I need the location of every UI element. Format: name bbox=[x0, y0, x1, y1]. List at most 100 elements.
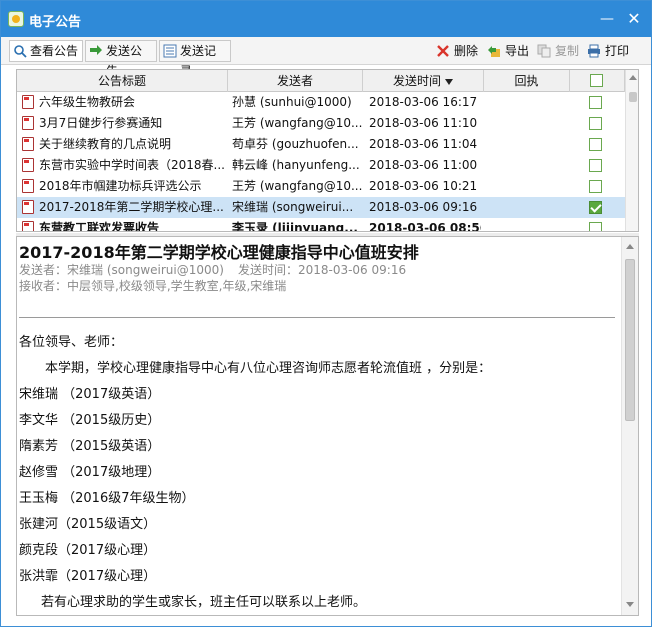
copy-button[interactable]: 复制 bbox=[537, 42, 579, 60]
list-item: 颜克段（2017级心理） bbox=[19, 543, 157, 558]
send-arrow-icon bbox=[90, 45, 102, 55]
preview-title: 2017-2018年第二学期学校心理健康指导中心值班安排 bbox=[19, 243, 419, 262]
document-icon bbox=[22, 221, 34, 231]
list-header: 公告标题 发送者 发送时间 回执 bbox=[17, 70, 625, 92]
delete-label: 删除 bbox=[454, 44, 479, 58]
copy-icon bbox=[537, 44, 551, 58]
list-scrollbar[interactable] bbox=[625, 70, 638, 231]
list-item: 隋素芳 （2015级英语） bbox=[19, 439, 161, 454]
table-row[interactable]: 六年级生物教研会 孙慧 (sunhui@1000) 2018-03-06 16:… bbox=[17, 92, 625, 113]
row-checkbox[interactable] bbox=[589, 96, 602, 109]
row-time: 2018-03-06 09:16 bbox=[369, 200, 478, 214]
export-icon bbox=[488, 46, 500, 57]
scroll-down-icon[interactable] bbox=[626, 602, 634, 607]
document-icon bbox=[22, 179, 34, 193]
column-header-title[interactable]: 公告标题 bbox=[17, 70, 228, 92]
export-label: 导出 bbox=[505, 44, 530, 58]
row-sender: 孙慧 (sunhui@1000) bbox=[232, 95, 352, 109]
column-header-time[interactable]: 发送时间 bbox=[363, 70, 484, 92]
row-title: 2018年市帼建功标兵评选公示 bbox=[39, 179, 202, 193]
row-title: 东营教工联欢发票收告 bbox=[39, 221, 160, 232]
tab-view-announcements[interactable]: 查看公告 bbox=[9, 40, 83, 62]
scroll-up-icon[interactable] bbox=[629, 75, 637, 80]
preview-scrollbar[interactable] bbox=[621, 237, 638, 615]
row-time: 2018-03-06 16:17 bbox=[369, 95, 478, 109]
copy-label: 复制 bbox=[555, 44, 580, 58]
row-time: 2018-03-06 10:21 bbox=[369, 179, 478, 193]
table-row[interactable]: 东营教工联欢发票收告 李玉录 (lijinyuang... 2018-03-06… bbox=[17, 218, 625, 232]
minimize-button[interactable]: — bbox=[597, 9, 617, 29]
table-row[interactable]: 2018年市帼建功标兵评选公示 王芳 (wangfang@10... 2018-… bbox=[17, 176, 625, 197]
table-row-selected[interactable]: 2017-2018年第二学期学校心理... 宋维瑞 (songweirui...… bbox=[17, 197, 625, 218]
row-title: 2017-2018年第二学期学校心理... bbox=[39, 200, 224, 214]
row-checkbox[interactable] bbox=[589, 222, 602, 231]
row-title: 3月7日健步行参赛通知 bbox=[39, 116, 163, 130]
select-all-checkbox[interactable] bbox=[590, 74, 603, 87]
list-item: 张洪霏（2017级心理） bbox=[19, 569, 157, 584]
announcement-preview: 2017-2018年第二学期学校心理健康指导中心值班安排 发送者：宋维瑞 (so… bbox=[16, 236, 639, 616]
toolbar: 查看公告 发送公告 发送记录 删除 bbox=[1, 37, 651, 78]
column-header-sender[interactable]: 发送者 bbox=[228, 70, 363, 92]
tab-send-announcement[interactable]: 发送公告 bbox=[85, 40, 157, 78]
window-title: 电子公告 bbox=[29, 15, 82, 30]
scroll-thumb[interactable] bbox=[629, 92, 637, 102]
row-time: 2018-03-06 08:56 bbox=[369, 221, 481, 232]
document-icon bbox=[22, 116, 34, 130]
print-label: 打印 bbox=[605, 44, 630, 58]
row-title: 六年级生物教研会 bbox=[39, 95, 136, 109]
delete-button[interactable]: 删除 bbox=[436, 42, 478, 60]
row-checkbox[interactable] bbox=[589, 117, 602, 130]
app-logo-icon bbox=[8, 11, 24, 27]
row-time: 2018-03-06 11:00 bbox=[369, 158, 478, 172]
title-bar: 电子公告 — ✕ bbox=[1, 1, 651, 37]
row-sender: 韩云峰 (hanyunfeng... bbox=[232, 158, 360, 172]
row-time: 2018-03-06 11:10 bbox=[369, 116, 478, 130]
search-icon bbox=[14, 45, 27, 58]
preview-time: 发送时间：2018-03-06 09:16 bbox=[237, 263, 407, 277]
document-icon bbox=[22, 95, 34, 109]
row-checkbox[interactable] bbox=[589, 159, 602, 172]
document-icon bbox=[22, 137, 34, 151]
preview-meta: 发送者：宋维瑞 (songweirui@1000) 发送时间：2018-03-06… bbox=[19, 261, 406, 278]
row-checkbox[interactable] bbox=[589, 180, 602, 193]
column-header-receipt[interactable]: 回执 bbox=[484, 70, 570, 92]
printer-icon bbox=[588, 44, 600, 58]
export-button[interactable]: 导出 bbox=[487, 42, 529, 60]
preview-receivers: 接收者：中层领导,校级领导,学生教室,年级,宋维瑞 bbox=[19, 279, 287, 293]
row-time: 2018-03-06 11:04 bbox=[369, 137, 478, 151]
preview-body: 各位领导、老师： 本学期，学校心理健康指导中心有八位心理咨询师志愿者轮流值班 ，… bbox=[19, 333, 615, 615]
preview-sender: 发送者：宋维瑞 (songweirui@1000) bbox=[19, 263, 224, 277]
list-item: 宋维瑞 （2017级英语） bbox=[19, 387, 161, 402]
divider bbox=[19, 317, 615, 318]
document-icon bbox=[22, 200, 34, 214]
closing-paragraph: 若有心理求助的学生或家长，班主任可以联系以上老师。 bbox=[41, 595, 367, 610]
tab-send-records[interactable]: 发送记录 bbox=[159, 40, 231, 78]
row-sender: 宋维瑞 (songweirui... bbox=[232, 200, 354, 214]
table-row[interactable]: 东营市实验中学时间表（2018春... 韩云峰 (hanyunfeng... 2… bbox=[17, 155, 625, 176]
row-title: 关于继续教育的几点说明 bbox=[39, 137, 172, 151]
sort-descending-icon bbox=[445, 78, 453, 85]
row-title: 东营市实验中学时间表（2018春... bbox=[39, 158, 225, 172]
print-button[interactable]: 打印 bbox=[587, 42, 629, 60]
row-sender: 李玉录 (lijinyuang... bbox=[232, 221, 358, 232]
scroll-thumb[interactable] bbox=[625, 259, 635, 421]
table-row[interactable]: 关于继续教育的几点说明 苟卓芬 (gouzhuofen... 2018-03-0… bbox=[17, 134, 625, 155]
tab-label: 查看公告 bbox=[30, 44, 79, 58]
document-icon bbox=[22, 158, 34, 172]
row-sender: 王芳 (wangfang@10... bbox=[232, 116, 362, 130]
row-checkbox[interactable] bbox=[589, 138, 602, 151]
column-header-time-label: 发送时间 bbox=[392, 74, 441, 88]
list-item: 张建河（2015级语文） bbox=[19, 517, 157, 532]
close-button[interactable]: ✕ bbox=[624, 9, 644, 29]
list-record-icon bbox=[163, 44, 177, 58]
greeting: 各位领导、老师： bbox=[19, 335, 124, 350]
scroll-up-icon[interactable] bbox=[626, 244, 634, 249]
announcement-list: 公告标题 发送者 发送时间 回执 六年级生物教研会 孙慧 (sunhui@100… bbox=[16, 69, 639, 232]
delete-x-icon bbox=[437, 45, 449, 57]
row-checkbox-checked[interactable] bbox=[589, 201, 602, 214]
column-header-select-all[interactable] bbox=[570, 70, 625, 92]
row-sender: 王芳 (wangfang@10... bbox=[232, 179, 362, 193]
announcement-window: 电子公告 — ✕ 查看公告 发送公告 发送记录 bbox=[0, 0, 652, 627]
list-item: 赵修雪 （2017级地理） bbox=[19, 465, 161, 480]
table-row[interactable]: 3月7日健步行参赛通知 王芳 (wangfang@10... 2018-03-0… bbox=[17, 113, 625, 134]
